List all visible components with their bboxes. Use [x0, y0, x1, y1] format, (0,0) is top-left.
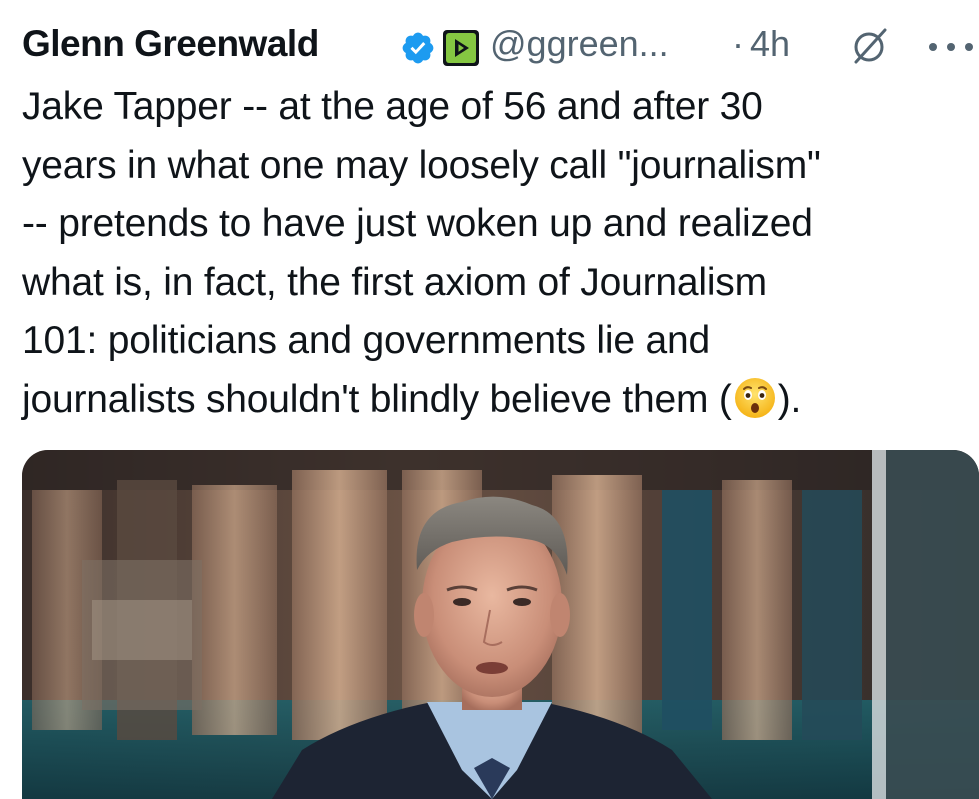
separator-dot: ·: [732, 23, 744, 64]
tweet-text-last-line: journalists shouldn't blindly believe th…: [22, 371, 967, 430]
tweet-text-segment: ).: [777, 377, 802, 421]
tweet-media[interactable]: [22, 450, 979, 799]
author-handle[interactable]: @ggreen...: [490, 22, 669, 66]
rumble-logo-icon[interactable]: [443, 30, 479, 66]
tweet-text-line: Jake Tapper -- at the age of 56 and afte…: [22, 85, 763, 128]
hushed-face-emoji-icon: [734, 377, 775, 418]
tweet-text-line: -- pretends to have just woken up and re…: [22, 202, 813, 245]
tweet-text-line: 101: politicians and governments lie and: [22, 319, 710, 362]
tweet-text-segment: journalists shouldn't blindly believe th…: [22, 377, 732, 421]
timestamp[interactable]: 4h: [750, 22, 790, 66]
tweet-text-line: years in what one may loosely call "jour…: [22, 143, 821, 187]
more-options-icon[interactable]: [928, 42, 974, 52]
tweet-header: Glenn Greenwald @ggreen... · 4h: [22, 14, 974, 74]
tweet-text: Jake Tapper -- at the age of 56 and afte…: [22, 78, 967, 429]
news-anchor-photo: [22, 450, 979, 799]
author-name[interactable]: Glenn Greenwald: [22, 22, 319, 66]
grok-icon[interactable]: [850, 26, 890, 66]
verified-badge-icon[interactable]: [400, 30, 436, 66]
tweet-text-line: what is, in fact, the first axiom of Jou…: [22, 260, 767, 304]
